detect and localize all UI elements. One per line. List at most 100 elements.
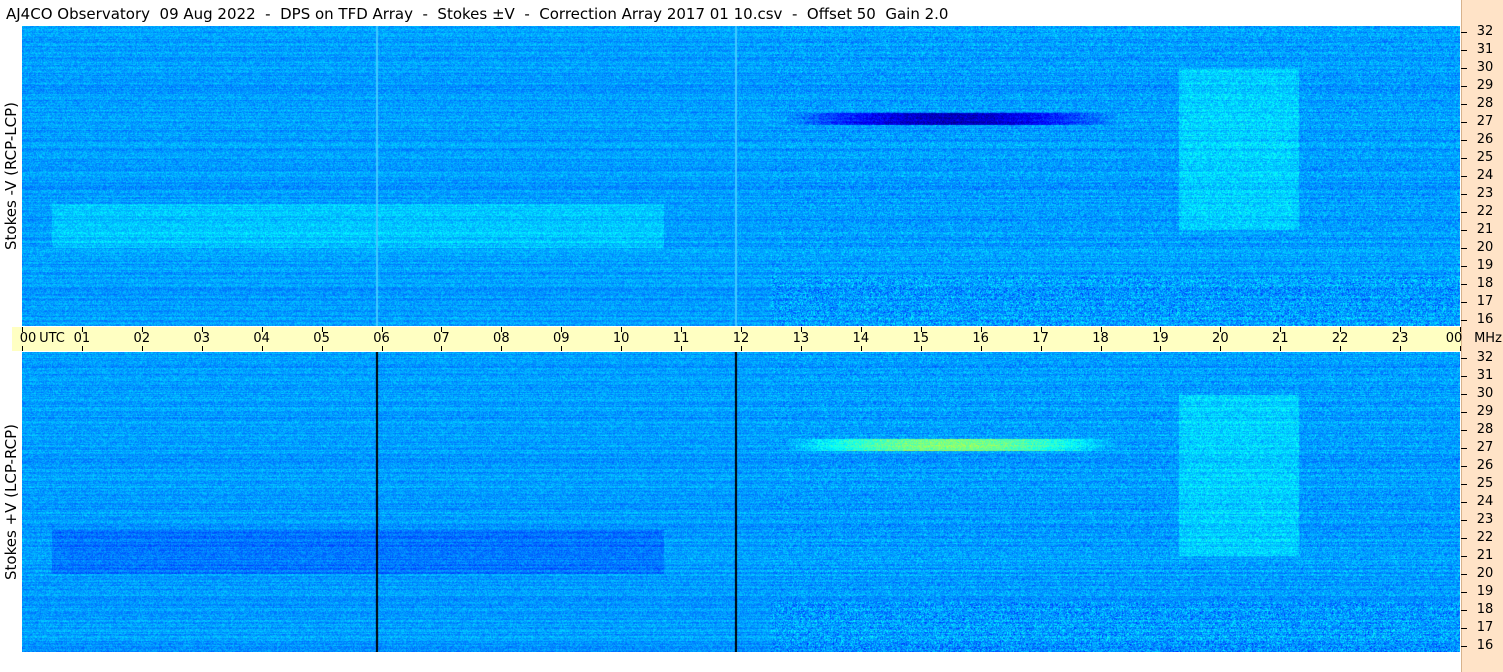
freq-tick-label: 32: [1476, 24, 1494, 39]
freq-tick-label: 25: [1476, 150, 1494, 165]
freq-tick-label: 24: [1476, 168, 1494, 183]
freq-tick-label: 28: [1476, 96, 1494, 111]
freq-tick: [1461, 32, 1467, 33]
time-unit-label: UTC: [39, 331, 65, 346]
freq-tick-label: 21: [1476, 222, 1494, 237]
time-tick: [1160, 327, 1162, 332]
time-tick-label: 02: [133, 331, 151, 346]
freq-tick: [1461, 320, 1467, 321]
time-tick: [920, 327, 922, 332]
time-tick-label: 00: [1445, 331, 1463, 346]
freq-tick-label: 31: [1476, 368, 1494, 383]
time-tick: [441, 346, 443, 351]
bottom-spectrogram-canvas: [22, 352, 1460, 652]
freq-tick-label: 28: [1476, 422, 1494, 437]
time-tick-label: 23: [1391, 331, 1409, 346]
top-spectrogram-panel: [22, 26, 1460, 326]
time-tick: [321, 327, 323, 332]
freq-tick-label: 27: [1476, 114, 1494, 129]
time-tick: [1400, 346, 1402, 351]
time-tick-label: 15: [912, 331, 930, 346]
time-tick: [501, 346, 503, 351]
time-tick: [1340, 327, 1342, 332]
freq-tick: [1461, 466, 1467, 467]
time-tick-label: 07: [433, 331, 450, 346]
freq-unit-label: MHz: [1474, 331, 1502, 346]
time-tick: [920, 346, 922, 351]
top-panel-ylabel-text: Stokes -V (RCP-LCP): [2, 102, 20, 250]
freq-tick-label: 26: [1476, 132, 1494, 147]
freq-tick-label: 26: [1476, 458, 1494, 473]
time-tick: [381, 327, 383, 332]
time-tick: [741, 346, 742, 351]
freq-tick-label: 25: [1476, 476, 1494, 491]
freq-tick-label: 31: [1476, 42, 1494, 57]
time-tick-label: 12: [732, 331, 750, 346]
time-tick-label: 00: [19, 331, 37, 346]
time-tick-label: 20: [1212, 331, 1229, 346]
time-tick: [381, 346, 383, 351]
time-tick: [1460, 346, 1461, 351]
time-tick: [860, 327, 862, 332]
freq-tick-label: 29: [1476, 404, 1494, 419]
time-tick: [621, 346, 623, 351]
time-tick-label: 21: [1271, 331, 1289, 346]
freq-tick: [1461, 230, 1467, 231]
freq-tick-label: 19: [1476, 258, 1494, 273]
time-tick: [321, 346, 323, 351]
freq-tick: [1461, 358, 1467, 359]
freq-tick: [1461, 628, 1467, 629]
freq-tick: [1461, 520, 1467, 521]
time-tick: [1100, 327, 1102, 332]
freq-tick: [1461, 194, 1467, 195]
freq-tick-label: 27: [1476, 440, 1494, 455]
freq-tick: [1461, 284, 1467, 285]
time-tick: [441, 327, 443, 332]
freq-tick-label: 18: [1476, 276, 1494, 291]
freq-tick-label: 23: [1476, 186, 1494, 201]
freq-tick: [1461, 68, 1467, 69]
time-tick: [1460, 327, 1461, 332]
bottom-panel-ylabel: Stokes +V (LCP-RCP): [0, 352, 22, 652]
freq-tick-label: 20: [1476, 566, 1494, 581]
time-tick: [201, 327, 203, 332]
time-tick: [201, 346, 203, 351]
freq-tick-label: 24: [1476, 494, 1494, 509]
time-tick: [800, 346, 802, 351]
time-tick-label: 19: [1152, 331, 1169, 346]
freq-tick: [1461, 212, 1467, 213]
time-tick-label: 10: [612, 331, 630, 346]
freq-tick-label: 16: [1476, 312, 1494, 327]
freq-tick: [1461, 448, 1467, 449]
freq-tick-label: 19: [1476, 584, 1494, 599]
time-tick: [1340, 346, 1342, 351]
freq-tick-label: 17: [1476, 620, 1494, 635]
time-tick-label: 04: [253, 331, 270, 346]
freq-tick: [1461, 158, 1467, 159]
time-tick: [81, 346, 83, 351]
time-tick: [22, 327, 23, 332]
freq-tick-label: 17: [1476, 294, 1494, 309]
time-tick-label: 16: [972, 331, 989, 346]
time-tick: [141, 327, 143, 332]
time-tick-label: 08: [493, 331, 510, 346]
freq-tick-label: 22: [1476, 204, 1494, 219]
time-tick-label: 22: [1331, 331, 1349, 346]
freq-tick: [1461, 104, 1467, 105]
freq-tick-label: 16: [1476, 638, 1494, 653]
time-tick: [980, 327, 982, 332]
time-tick: [261, 327, 263, 332]
freq-tick: [1461, 538, 1467, 539]
time-tick-label: 11: [672, 331, 690, 346]
freq-tick-label: 20: [1476, 240, 1494, 255]
time-tick: [681, 327, 683, 332]
time-tick-label: 03: [193, 331, 211, 346]
freq-tick: [1461, 556, 1467, 557]
chart-title: AJ4CO Observatory 09 Aug 2022 - DPS on T…: [6, 5, 949, 23]
freq-tick-label: 22: [1476, 530, 1494, 545]
time-tick: [81, 327, 83, 332]
time-tick: [980, 346, 982, 351]
freq-tick: [1461, 502, 1467, 503]
time-tick-label: 06: [373, 331, 390, 346]
time-tick: [1280, 346, 1282, 351]
